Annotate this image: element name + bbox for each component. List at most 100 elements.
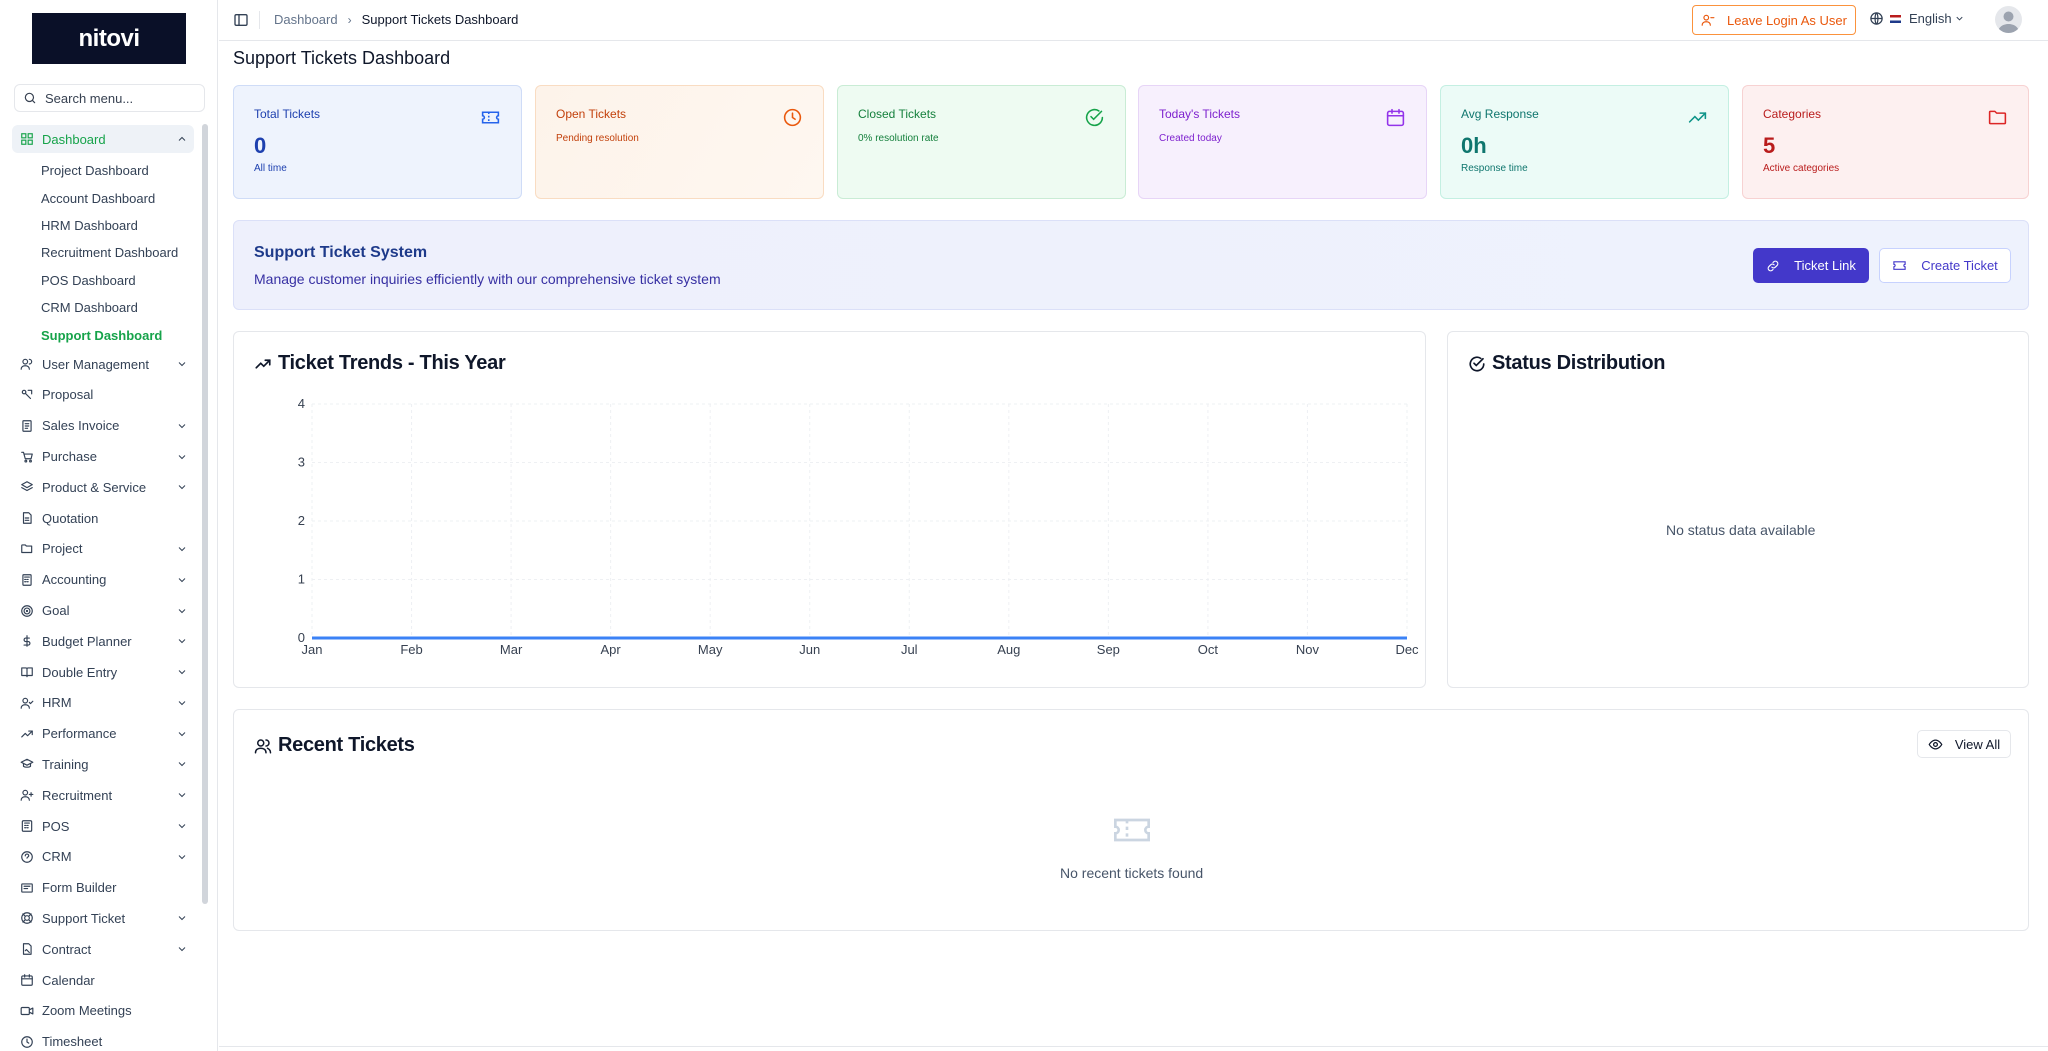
create-ticket-button[interactable]: Create Ticket [1879, 248, 2011, 283]
accounting-icon [22, 573, 32, 586]
ticket-link-button[interactable]: Ticket Link [1753, 248, 1869, 283]
project-icon [21, 544, 33, 553]
search-input[interactable] [45, 90, 195, 106]
sidebar-item-contract[interactable]: Contract [12, 934, 194, 965]
sidebar-item-label: HRM [42, 695, 72, 711]
chevron-down-icon [178, 362, 186, 367]
sidebar-item-support-ticket[interactable]: Support Ticket [12, 903, 194, 934]
stat-title: Today's Tickets [1159, 107, 1240, 121]
pos-icon [21, 820, 33, 832]
sidebar-subitem-crm-dashboard[interactable]: CRM Dashboard [12, 294, 194, 321]
x-tick-label: Jun [799, 642, 820, 657]
crm-icon [21, 851, 33, 863]
chevron-down-icon [178, 454, 186, 459]
sidebar-item-goal[interactable]: Goal [12, 595, 194, 626]
sidebar-item-label: Accounting [42, 572, 107, 588]
sidebar-nav: Dashboard Project Dashboard Account Dash… [12, 125, 194, 1051]
x-tick-label: Aug [997, 642, 1020, 657]
sidebar-item-label: CRM [42, 849, 72, 865]
language-label: English [1909, 11, 1952, 26]
divider [259, 11, 260, 29]
sidebar-item-timesheet[interactable]: Timesheet [12, 1026, 194, 1051]
breadcrumb-dashboard-link[interactable]: Dashboard [274, 12, 338, 27]
sidebar-item-label: User Management [42, 356, 149, 372]
view-all-button[interactable]: View All [1917, 730, 2011, 758]
form-builder-icon [21, 883, 33, 893]
sidebar-item-label: Support Ticket [42, 910, 126, 926]
brand-logo[interactable]: nitovi [32, 13, 186, 64]
sidebar-item-label: Budget Planner [42, 633, 132, 649]
stat-title: Categories [1763, 107, 1822, 121]
sidebar-subitem-recruitment-dashboard[interactable]: Recruitment Dashboard [12, 239, 194, 266]
stat-card-avg-response: Avg Response 0h Response time [1440, 85, 1729, 199]
avatar[interactable] [1995, 6, 2022, 33]
x-tick-label: Nov [1296, 642, 1320, 657]
top-bar: Dashboard › Support Tickets Dashboard Le… [219, 0, 2048, 41]
purchase-icon [21, 451, 33, 463]
sidebar-subitem-hrm-dashboard[interactable]: HRM Dashboard [12, 212, 194, 239]
sidebar-item-user-management[interactable]: User Management [12, 349, 194, 380]
sidebar: nitovi Dashboard Project Dashboard Accou… [0, 0, 218, 1051]
sidebar-item-performance[interactable]: Performance [12, 718, 194, 749]
y-tick-label: 1 [298, 572, 305, 587]
sidebar-item-double-entry[interactable]: Double Entry [12, 657, 194, 688]
sidebar-item-pos[interactable]: POS [12, 811, 194, 842]
sidebar-item-label: Zoom Meetings [42, 1003, 132, 1019]
x-tick-label: Jan [302, 642, 323, 657]
leave-login-as-user-button[interactable]: Leave Login As User [1692, 5, 1856, 35]
sidebar-item-label: Purchase [42, 449, 97, 465]
sidebar-item-crm[interactable]: CRM [12, 841, 194, 872]
timesheet-icon [21, 1035, 33, 1048]
sidebar-item-accounting[interactable]: Accounting [12, 564, 194, 595]
sidebar-item-quotation[interactable]: Quotation [12, 503, 194, 534]
chevron-down-icon [178, 577, 186, 582]
sidebar-item-label: Form Builder [42, 880, 117, 896]
y-tick-label: 4 [298, 396, 305, 411]
stat-subtitle: Response time [1461, 163, 1528, 174]
sidebar-subitem-account-dashboard[interactable]: Account Dashboard [12, 184, 194, 211]
sidebar-item-label: Sales Invoice [42, 418, 120, 434]
sidebar-item-form-builder[interactable]: Form Builder [12, 872, 194, 903]
ticket-icon [1114, 818, 1150, 842]
sidebar-item-purchase[interactable]: Purchase [12, 441, 194, 472]
recent-empty-message: No recent tickets found [1060, 865, 1204, 881]
clock-icon [783, 108, 802, 127]
sidebar-item-budget-planner[interactable]: Budget Planner [12, 626, 194, 657]
stat-card-categories: Categories 5 Active categories [1742, 85, 2029, 199]
stat-card-open-tickets: Open Tickets Pending resolution [535, 85, 824, 199]
sidebar-subitem-support-dashboard[interactable]: Support Dashboard [12, 321, 194, 348]
sidebar-item-label: Timesheet [42, 1034, 103, 1050]
stat-title: Open Tickets [556, 107, 627, 121]
sidebar-item-training[interactable]: Training [12, 749, 194, 780]
stat-subtitle: All time [254, 163, 287, 174]
sidebar-item-product-and-service[interactable]: Product & Service [12, 472, 194, 503]
sidebar-item-zoom-meetings[interactable]: Zoom Meetings [12, 995, 194, 1026]
sidebar-item-hrm[interactable]: HRM [12, 688, 194, 719]
sidebar-item-proposal[interactable]: Proposal [12, 380, 194, 411]
y-tick-label: 2 [298, 513, 305, 528]
chevron-down-icon [178, 423, 186, 428]
sidebar-item-calendar[interactable]: Calendar [12, 965, 194, 996]
breadcrumb: Dashboard › Support Tickets Dashboard [274, 12, 518, 27]
hrm-icon [20, 697, 34, 709]
x-tick-label: Oct [1198, 642, 1219, 657]
globe-icon [1870, 12, 1883, 25]
stat-title: Total Tickets [254, 107, 321, 121]
sidebar-toggle-icon[interactable] [233, 12, 249, 28]
y-tick-label: 3 [298, 455, 305, 470]
brand-text: nitovi [78, 24, 141, 52]
ticket-icon [1893, 261, 1906, 270]
sidebar-subitem-project-dashboard[interactable]: Project Dashboard [12, 157, 194, 184]
x-tick-label: Mar [500, 642, 523, 657]
chevron-down-icon [178, 670, 186, 675]
stat-card-todays-tickets: Today's Tickets Created today [1138, 85, 1427, 199]
sidebar-item-dashboard[interactable]: Dashboard [12, 125, 194, 153]
sidebar-item-recruitment[interactable]: Recruitment [12, 780, 194, 811]
sidebar-scrollbar[interactable] [202, 124, 208, 904]
user-leave-icon [1701, 14, 1715, 26]
sidebar-subitem-pos-dashboard[interactable]: POS Dashboard [12, 267, 194, 294]
sidebar-item-project[interactable]: Project [12, 534, 194, 565]
language-selector[interactable]: English [1869, 11, 1965, 26]
sidebar-item-sales-invoice[interactable]: Sales Invoice [12, 410, 194, 441]
chevron-down-icon [178, 608, 186, 613]
